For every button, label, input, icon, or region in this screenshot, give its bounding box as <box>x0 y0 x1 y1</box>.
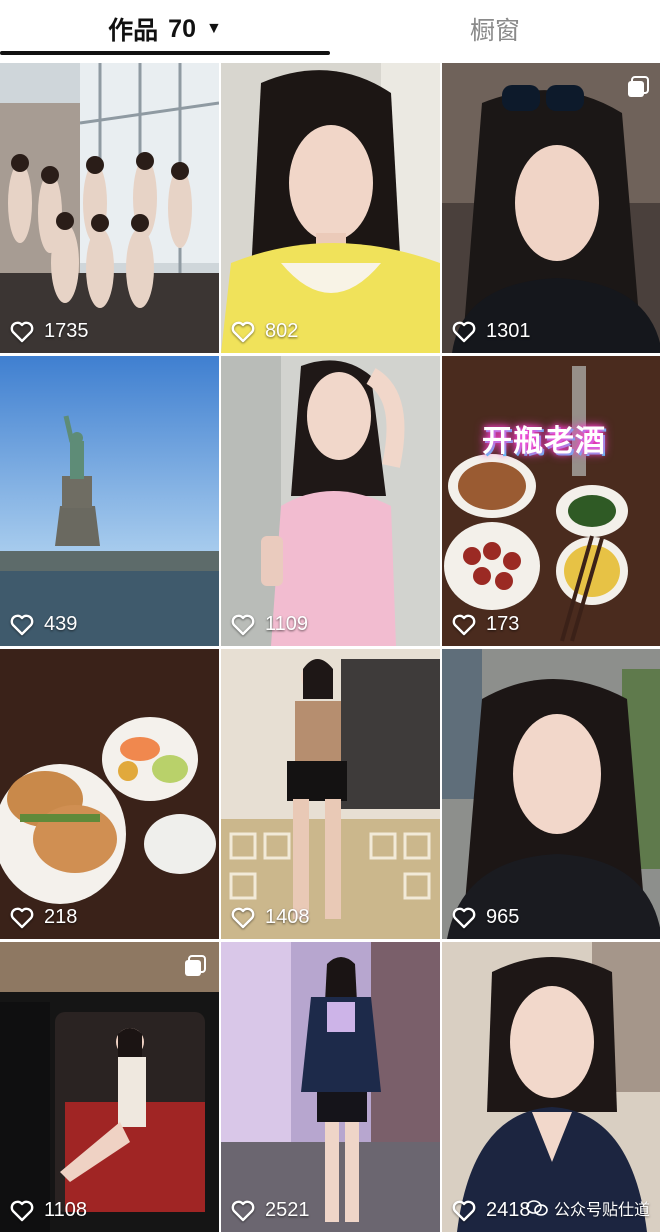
tab-works-count: 70 <box>168 14 196 43</box>
caret-down-icon[interactable]: ▼ <box>206 20 222 38</box>
heart-icon <box>10 1200 34 1221</box>
likes-value: 2418 <box>486 1199 531 1221</box>
likes-count: 965 <box>452 906 519 929</box>
heart-icon <box>10 321 34 342</box>
likes-count: 173 <box>452 613 519 636</box>
likes-value: 1109 <box>265 613 309 635</box>
likes-value: 1408 <box>265 906 310 928</box>
video-thumbnail[interactable]: 2418 公众号贴仕道 <box>442 942 660 1232</box>
watermark-text: 公众号贴仕道 <box>553 1202 650 1219</box>
thumbnail-image <box>442 356 660 646</box>
video-thumbnail[interactable]: 439 <box>0 356 219 646</box>
works-grid: 1735 802 1301 439 1109 开瓶老酒 173 218 1408… <box>0 63 660 1232</box>
heart-icon <box>452 321 476 342</box>
tab-shop-window[interactable]: 橱窗 <box>330 0 660 58</box>
likes-count: 1301 <box>452 320 531 343</box>
thumbnail-image <box>442 63 660 353</box>
heart-icon <box>10 614 34 635</box>
video-thumbnail[interactable]: 1108 <box>0 942 219 1232</box>
wechat-icon <box>526 1200 548 1216</box>
video-thumbnail[interactable]: 218 <box>0 649 219 939</box>
heart-icon <box>452 907 476 928</box>
likes-value: 439 <box>44 613 78 635</box>
thumbnail-image <box>442 942 660 1232</box>
video-thumbnail[interactable]: 1408 <box>221 649 440 939</box>
likes-value: 1301 <box>486 320 531 342</box>
overlay-caption: 开瓶老酒 <box>482 425 606 458</box>
likes-value: 1108 <box>44 1199 88 1221</box>
video-thumbnail[interactable]: 802 <box>221 63 440 353</box>
heart-icon <box>452 1200 476 1221</box>
likes-count: 1109 <box>231 613 308 636</box>
thumbnail-image <box>0 649 219 939</box>
likes-value: 2521 <box>265 1199 310 1221</box>
likes-count: 439 <box>10 613 77 636</box>
thumbnail-image <box>221 942 440 1232</box>
likes-value: 218 <box>44 906 78 928</box>
heart-icon <box>231 907 255 928</box>
likes-value: 965 <box>486 906 520 928</box>
heart-icon <box>452 614 476 635</box>
thumbnail-image <box>0 942 219 1232</box>
active-tab-indicator <box>0 51 330 55</box>
heart-icon <box>231 614 255 635</box>
thumbnail-image <box>0 63 219 353</box>
heart-icon <box>10 907 34 928</box>
likes-count: 1735 <box>10 320 89 343</box>
thumbnail-image <box>0 356 219 646</box>
likes-value: 173 <box>486 613 520 635</box>
video-thumbnail[interactable]: 1735 <box>0 63 219 353</box>
likes-value: 802 <box>265 320 299 342</box>
profile-tabs: 作品 70 ▼ 橱窗 <box>0 0 660 58</box>
video-thumbnail[interactable]: 2521 <box>221 942 440 1232</box>
likes-count: 1408 <box>231 906 310 929</box>
likes-count: 1108 <box>10 1199 87 1222</box>
thumbnail-image <box>442 649 660 939</box>
heart-icon <box>231 1200 255 1221</box>
tab-works[interactable]: 作品 70 ▼ <box>0 0 330 58</box>
thumbnail-image <box>221 649 440 939</box>
likes-count: 2521 <box>231 1199 310 1222</box>
video-thumbnail[interactable]: 开瓶老酒 173 <box>442 356 660 646</box>
video-thumbnail[interactable]: 1301 <box>442 63 660 353</box>
video-thumbnail[interactable]: 1109 <box>221 356 440 646</box>
likes-count: 802 <box>231 320 298 343</box>
video-thumbnail[interactable]: 965 <box>442 649 660 939</box>
likes-count: 218 <box>10 906 77 929</box>
tab-shop-window-label: 橱窗 <box>469 17 520 45</box>
heart-icon <box>231 321 255 342</box>
multi-image-icon <box>185 955 206 976</box>
likes-value: 1735 <box>44 320 89 342</box>
multi-image-icon <box>628 76 649 97</box>
thumbnail-image <box>221 63 440 353</box>
likes-count: 2418 <box>452 1199 531 1222</box>
watermark: 公众号贴仕道 <box>526 1196 650 1220</box>
tab-works-label: 作品 <box>108 17 159 45</box>
thumbnail-image <box>221 356 440 646</box>
